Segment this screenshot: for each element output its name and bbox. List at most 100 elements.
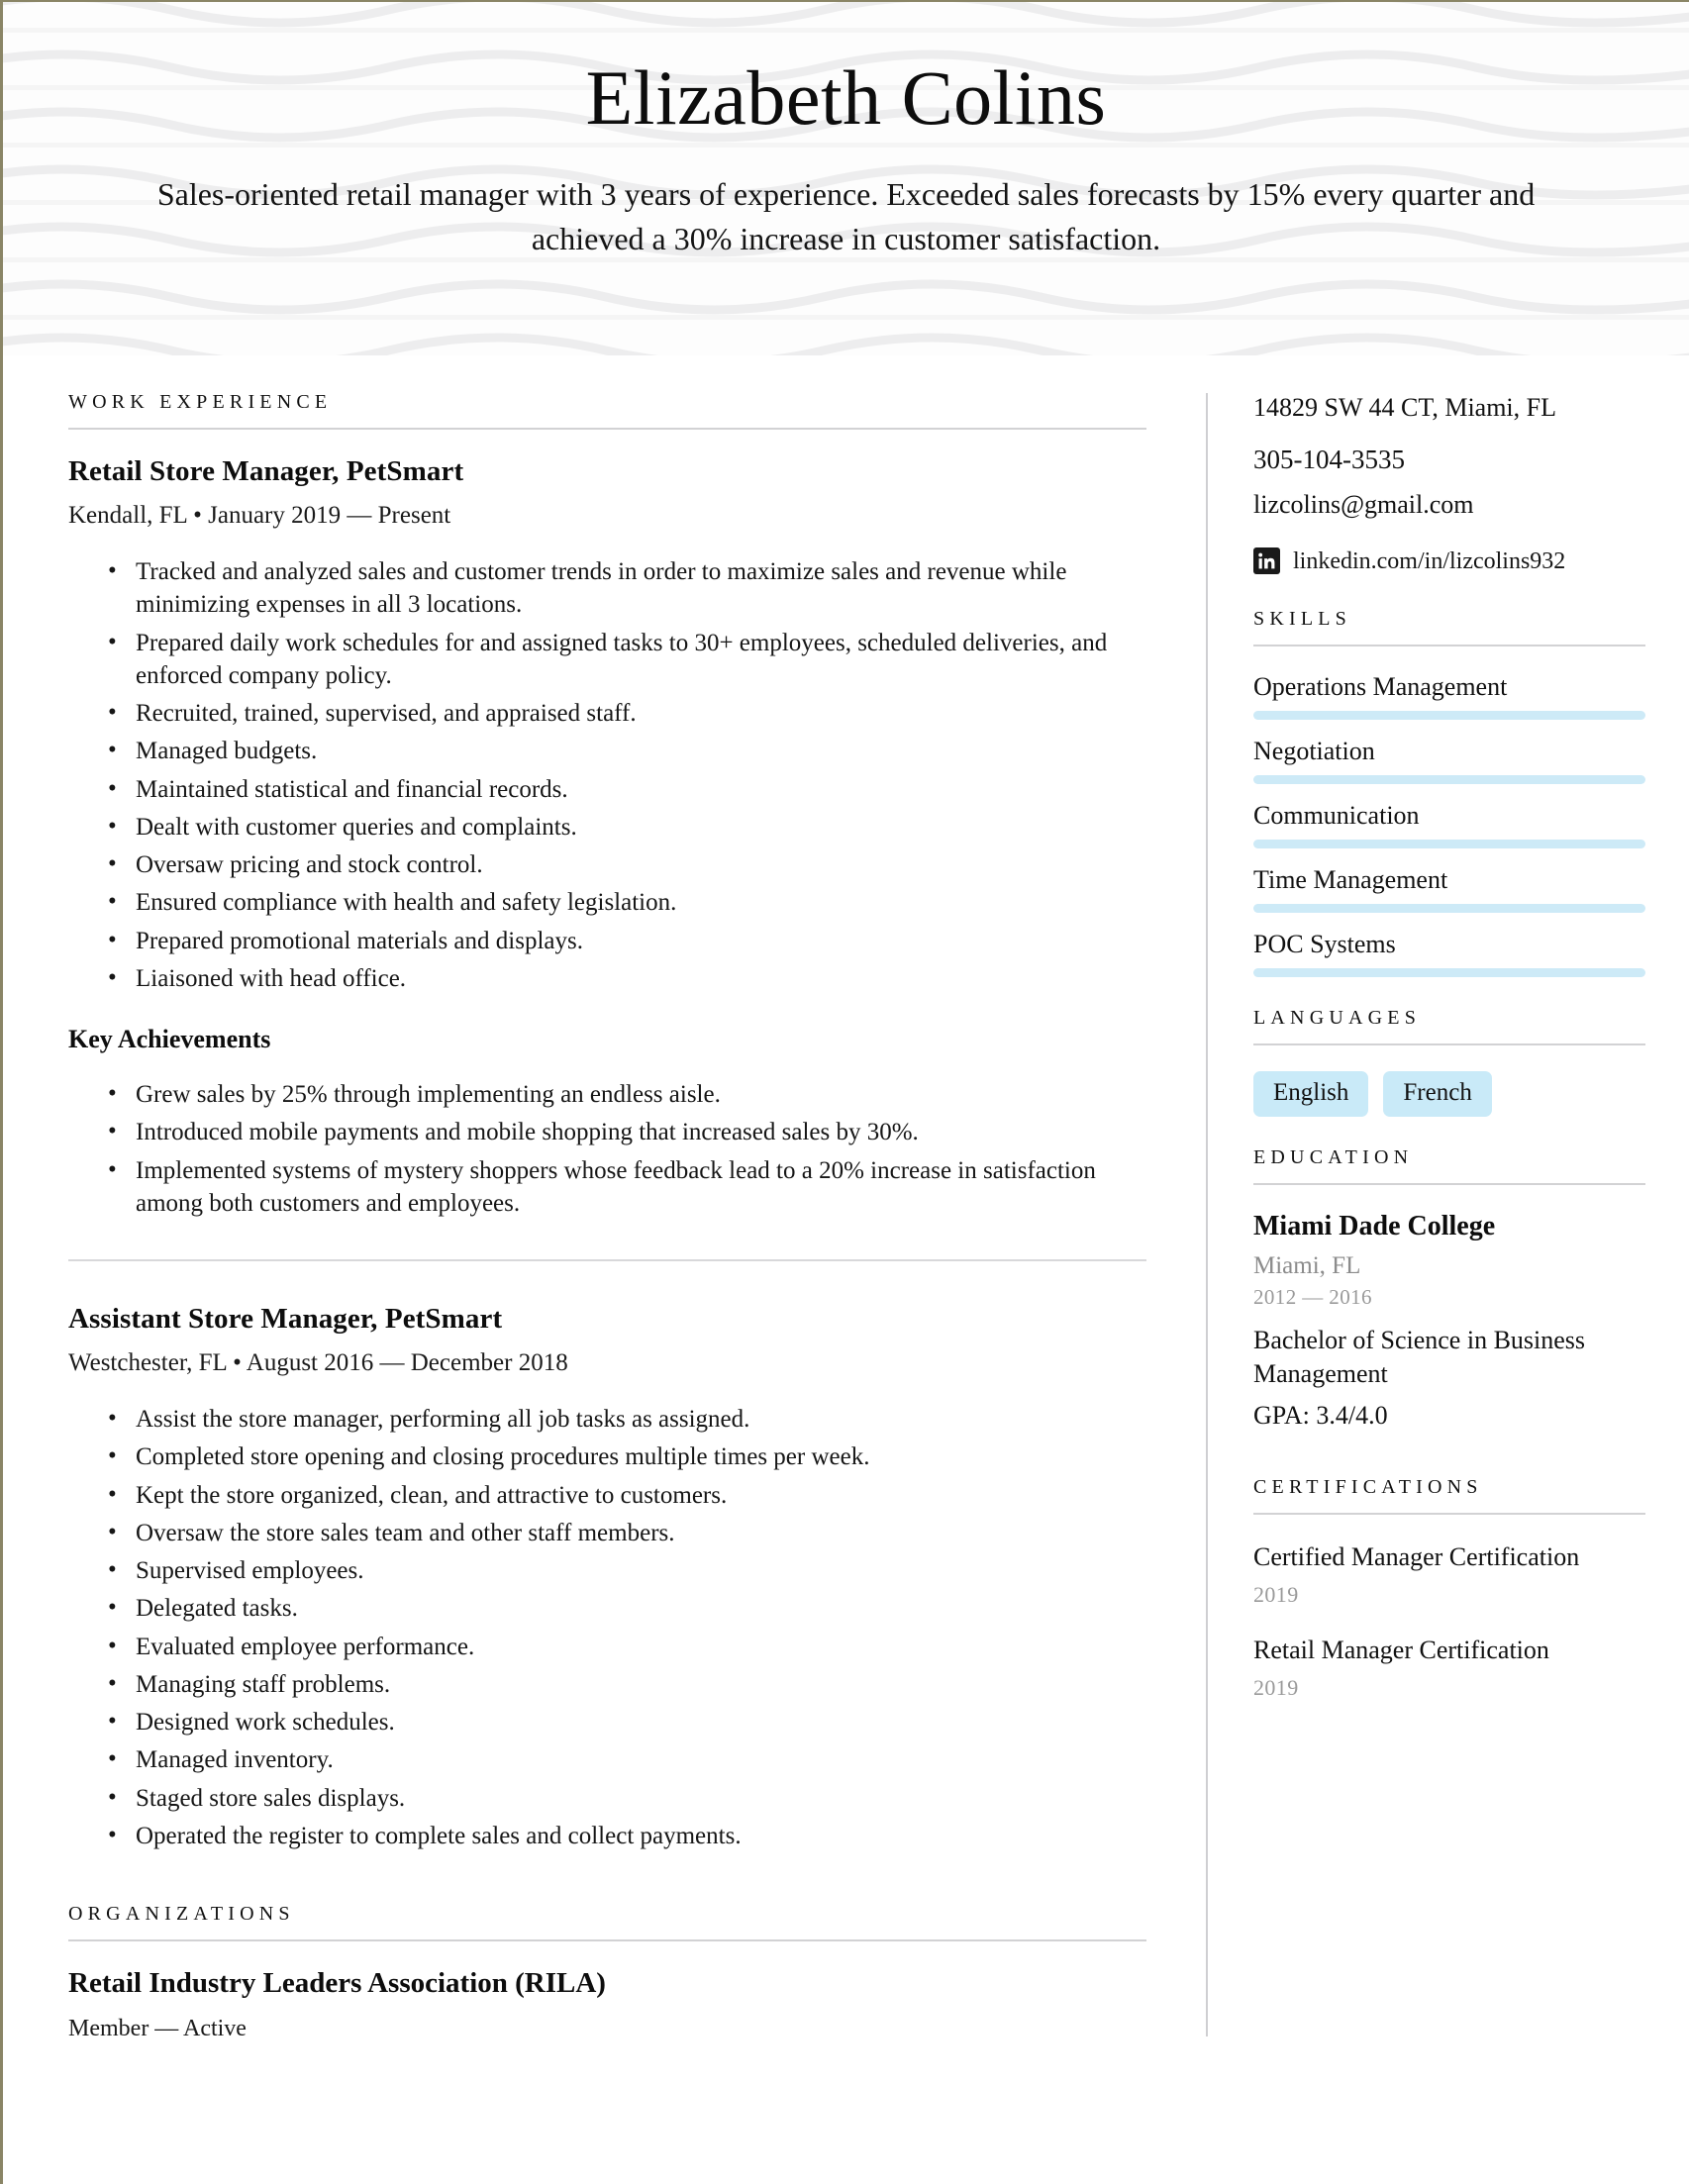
resume-page: Elizabeth Colins Sales-oriented retail m… [0,0,1689,2184]
list-item: Kept the store organized, clean, and att… [108,1477,1146,1512]
section-heading-education: EDUCATION [1253,1146,1414,1169]
section-languages: LANGUAGES English French [1253,1007,1645,1118]
section-work-experience: WORK EXPERIENCE Retail Store Manager, Pe… [68,391,1146,1852]
contact-linkedin[interactable]: linkedin.com/in/lizcolins932 [1253,547,1645,575]
job-title: Assistant Store Manager, PetSmart [68,1303,503,1335]
certification-name: Retail Manager Certification [1253,1635,1549,1664]
list-item: Managed budgets. [108,734,1146,767]
section-skills: SKILLS Operations Management Negotiation… [1253,608,1645,977]
language-chip: French [1383,1070,1492,1118]
linkedin-icon [1253,547,1280,575]
list-item: Completed store opening and closing proc… [108,1439,1146,1473]
list-item: Managing staff problems. [108,1667,1146,1701]
list-item: Designed work schedules. [108,1705,1146,1738]
section-heading-certifications: CERTIFICATIONS [1253,1476,1483,1499]
education-years: 2012 — 2016 [1253,1285,1372,1310]
list-item: Tracked and analyzed sales and customer … [108,554,1146,622]
list-item: Managed inventory. [108,1742,1146,1776]
list-item: Liaisoned with head office. [108,961,1146,995]
key-achievements-heading: Key Achievements [68,1025,271,1053]
section-rule [68,428,1146,430]
list-item: Dealt with customer queries and complain… [108,810,1146,844]
list-item: Maintained statistical and financial rec… [108,771,1146,806]
list-item: Introduced mobile payments and mobile sh… [108,1115,1146,1148]
education-gpa: GPA: 3.4/4.0 [1253,1401,1388,1431]
list-item: Assist the store manager, performing all… [108,1402,1146,1436]
skill-item: POC Systems [1253,930,1645,977]
organization-name: Retail Industry Leaders Association (RIL… [68,1967,606,1999]
education-entry: Miami Dade College Miami, FL 2012 — 2016… [1253,1211,1645,1431]
list-item: Recruited, trained, supervised, and appr… [108,696,1146,730]
skill-level-bar [1253,839,1645,848]
section-heading-organizations: ORGANIZATIONS [68,1903,295,1925]
language-chip-row: English French [1253,1070,1645,1118]
organization-entry: Retail Industry Leaders Association (RIL… [68,1967,1146,2042]
list-item: Oversaw the store sales team and other s… [108,1516,1146,1549]
key-achievements-list: Grew sales by 25% through implementing a… [68,1077,1146,1221]
certification-name: Certified Manager Certification [1253,1542,1580,1572]
job-meta: Westchester, FL • August 2016 — December… [68,1349,568,1376]
skill-level-bar [1253,775,1645,785]
professional-summary: Sales-oriented retail manager with 3 yea… [156,176,1536,257]
skill-label: Negotiation [1253,737,1375,766]
skill-item: Operations Management [1253,672,1645,721]
section-rule [1253,645,1645,647]
skill-label: POC Systems [1253,929,1396,958]
candidate-name: Elizabeth Colins [585,54,1107,141]
organization-role: Member — Active [68,2016,247,2041]
education-location: Miami, FL [1253,1252,1361,1280]
list-item: Evaluated employee performance. [108,1629,1146,1663]
certification-entry: Certified Manager Certification 2019 [1253,1540,1645,1608]
skill-item: Negotiation [1253,737,1645,785]
skill-label: Operations Management [1253,672,1508,702]
skill-level-bar [1253,903,1645,913]
contact-address: 14829 SW 44 CT, Miami, FL [1253,393,1556,422]
section-organizations: ORGANIZATIONS Retail Industry Leaders As… [68,1903,1146,2042]
job-meta: Kendall, FL • January 2019 — Present [68,502,451,529]
job-responsibilities-list: Assist the store manager, performing all… [68,1402,1146,1852]
sidebar-column: 14829 SW 44 CT, Miami, FL 305-104-3535 l… [1208,391,1689,2042]
job-title: Retail Store Manager, PetSmart [68,455,464,487]
job-entry: Retail Store Manager, PetSmart Kendall, … [68,455,1146,1220]
contact-email[interactable]: lizcolins@gmail.com [1253,488,1645,522]
main-column: WORK EXPERIENCE Retail Store Manager, Pe… [3,391,1206,2042]
list-item: Grew sales by 25% through implementing a… [108,1077,1146,1111]
job-separator [68,1259,1146,1261]
section-heading-work-experience: WORK EXPERIENCE [68,391,333,413]
skill-item: Communication [1253,801,1645,848]
list-item: Delegated tasks. [108,1591,1146,1625]
section-rule [68,1939,1146,1941]
list-item: Oversaw pricing and stock control. [108,847,1146,881]
resume-body: WORK EXPERIENCE Retail Store Manager, Pe… [3,355,1689,2042]
job-entry: Assistant Store Manager, PetSmart Westch… [68,1303,1146,1852]
skill-item: Time Management [1253,865,1645,913]
section-rule [1253,1513,1645,1516]
skill-label: Communication [1253,801,1420,831]
section-rule [1253,1183,1645,1186]
section-education: EDUCATION Miami Dade College Miami, FL 2… [1253,1146,1645,1431]
language-chip: English [1253,1070,1369,1118]
certification-year: 2019 [1253,1674,1299,1700]
education-school: Miami Dade College [1253,1211,1496,1242]
list-item: Implemented systems of mystery shoppers … [108,1153,1146,1221]
section-heading-languages: LANGUAGES [1253,1006,1422,1029]
certification-year: 2019 [1253,1581,1299,1607]
section-rule [1253,1042,1645,1045]
list-item: Ensured compliance with health and safet… [108,885,1146,919]
education-degree: Bachelor of Science in Business Manageme… [1253,1326,1586,1389]
list-item: Staged store sales displays. [108,1780,1146,1815]
contact-block: 14829 SW 44 CT, Miami, FL 305-104-3535 l… [1253,391,1645,575]
list-item: Prepared daily work schedules for and as… [108,626,1146,693]
skill-level-bar [1253,967,1645,977]
skill-label: Time Management [1253,864,1448,894]
skill-level-bar [1253,711,1645,721]
contact-phone[interactable]: 305-104-3535 [1253,443,1645,478]
linkedin-url-text: linkedin.com/in/lizcolins932 [1293,547,1566,574]
job-responsibilities-list: Tracked and analyzed sales and customer … [68,554,1146,995]
list-item: Supervised employees. [108,1553,1146,1587]
resume-header: Elizabeth Colins Sales-oriented retail m… [3,2,1689,355]
section-certifications: CERTIFICATIONS Certified Manager Certifi… [1253,1476,1645,1701]
section-heading-skills: SKILLS [1253,608,1351,631]
certification-entry: Retail Manager Certification 2019 [1253,1634,1645,1701]
list-item: Operated the register to complete sales … [108,1819,1146,1852]
